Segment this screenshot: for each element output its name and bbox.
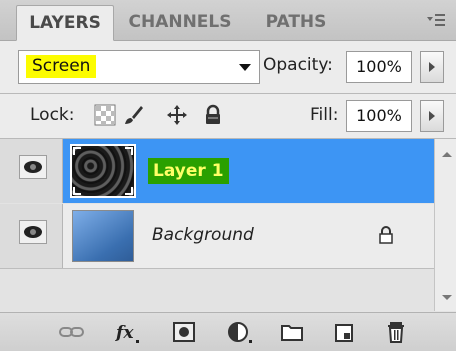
layer-name[interactable]: Background	[152, 225, 254, 245]
lock-all-icon[interactable]	[202, 104, 224, 126]
layer-thumbnail	[70, 144, 136, 198]
chevron-right-icon	[429, 111, 435, 121]
adjustment-icon[interactable]	[226, 319, 254, 345]
visibility-toggle[interactable]	[19, 155, 47, 179]
lock-label: Lock:	[30, 105, 75, 125]
blend-mode-value: Screen	[26, 55, 97, 78]
visibility-toggle[interactable]	[19, 220, 47, 244]
eye-icon	[24, 161, 42, 173]
layer-row-layer-1[interactable]: Layer 1	[0, 139, 434, 203]
scroll-up-arrow-icon[interactable]	[442, 152, 452, 157]
layers-list: Layer 1 Background	[0, 139, 434, 311]
chevron-down-icon	[239, 64, 251, 71]
mask-icon[interactable]	[170, 319, 198, 345]
trash-icon[interactable]	[382, 319, 410, 345]
tab-bar: LAYERS CHANNELS PATHS	[0, 0, 456, 41]
layers-panel: LAYERS CHANNELS PATHS Screen Opacity: 10…	[0, 0, 456, 351]
layer-thumbnail	[72, 210, 134, 262]
eye-icon	[24, 226, 42, 238]
opacity-label: Opacity:	[263, 55, 333, 75]
lock-icon	[379, 226, 393, 244]
folder-icon[interactable]	[278, 319, 306, 345]
thumbnail-corners-icon	[73, 147, 133, 195]
scroll-down-arrow-icon[interactable]	[442, 295, 452, 300]
tab-channels[interactable]: CHANNELS	[120, 5, 240, 39]
new-layer-icon[interactable]	[330, 319, 358, 345]
opacity-slider-button[interactable]	[420, 51, 444, 83]
fill-field[interactable]: 100%	[346, 100, 412, 132]
fill-label: Fill:	[310, 105, 339, 125]
layer-row-background[interactable]: Background	[0, 204, 434, 269]
panel-menu-icon[interactable]	[426, 11, 446, 29]
link-icon[interactable]	[58, 319, 86, 345]
opacity-field[interactable]: 100%	[346, 51, 412, 83]
lock-pixels-brush-icon[interactable]	[122, 104, 144, 126]
tab-paths[interactable]: PATHS	[248, 5, 344, 39]
lock-position-move-icon[interactable]	[166, 104, 188, 126]
scrollbar[interactable]	[434, 139, 456, 311]
blend-row: Screen Opacity: 100%	[0, 41, 456, 93]
chevron-right-icon	[429, 62, 435, 72]
svg-text:fx: fx	[115, 323, 134, 343]
visibility-cell	[0, 204, 63, 268]
lock-transparency-icon[interactable]	[94, 104, 116, 126]
fx-icon[interactable]: fx	[114, 319, 142, 345]
tab-layers[interactable]: LAYERS	[16, 5, 114, 41]
layer-name[interactable]: Layer 1	[148, 158, 229, 184]
lock-row: Lock: Fill: 100%	[0, 94, 456, 138]
visibility-cell	[0, 139, 63, 203]
layers-toolbar: fx	[0, 312, 456, 351]
fill-slider-button[interactable]	[420, 100, 444, 132]
blend-mode-select[interactable]: Screen	[18, 50, 260, 84]
